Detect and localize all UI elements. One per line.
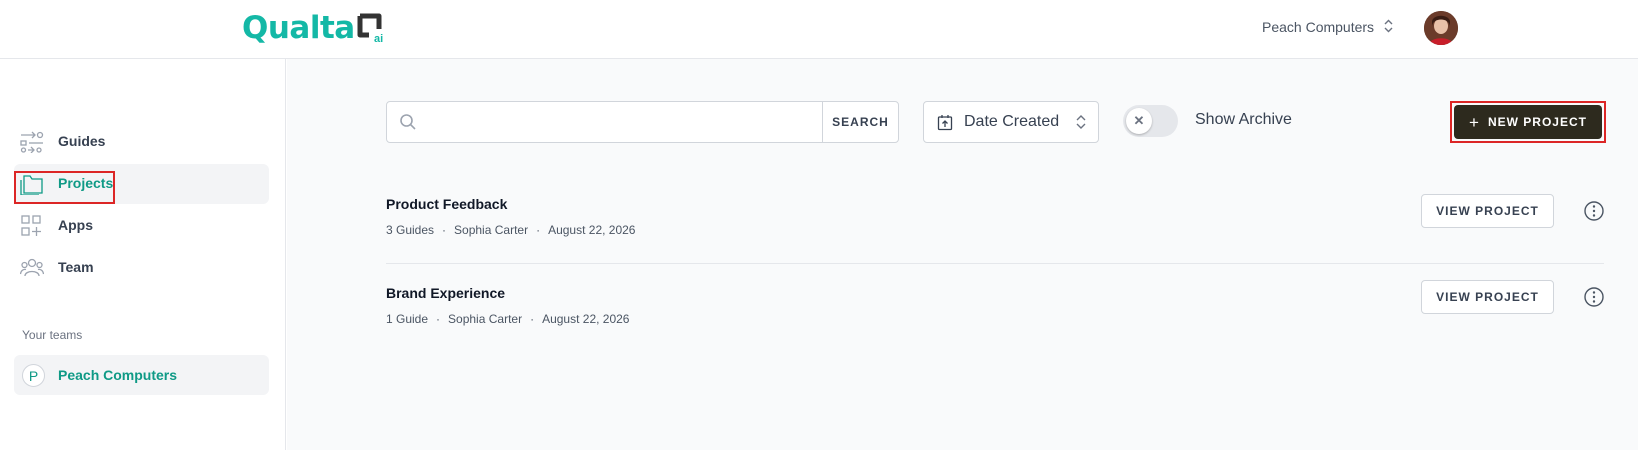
project-row: Brand Experience 1 Guide · Sophia Carter… xyxy=(386,265,1604,353)
project-title[interactable]: Product Feedback xyxy=(386,196,507,212)
plus-icon: + xyxy=(1469,112,1480,132)
project-meta: 1 Guide · Sophia Carter · August 22, 202… xyxy=(386,312,629,326)
new-project-highlight: + NEW PROJECT xyxy=(1450,101,1606,143)
separator-dot: · xyxy=(530,312,535,326)
separator-dot: · xyxy=(536,223,541,237)
more-options-icon[interactable] xyxy=(1583,200,1605,222)
project-title[interactable]: Brand Experience xyxy=(386,285,505,301)
top-header: Qualta ai Peach Computers xyxy=(0,0,1638,59)
org-switcher-label: Peach Computers xyxy=(1262,19,1375,35)
chevron-updown-icon xyxy=(1076,114,1086,130)
sidebar-item-guides[interactable]: Guides xyxy=(14,122,269,162)
sidebar-item-label: Guides xyxy=(58,133,106,149)
search-input[interactable] xyxy=(425,102,825,142)
separator-dot: · xyxy=(436,312,441,326)
show-archive-toggle[interactable]: ✕ xyxy=(1123,105,1178,137)
search-icon xyxy=(399,113,417,131)
project-owner: Sophia Carter xyxy=(454,223,529,237)
more-options-icon[interactable] xyxy=(1583,286,1605,308)
calendar-icon xyxy=(937,114,953,131)
show-archive-label: Show Archive xyxy=(1195,111,1292,128)
separator-dot: · xyxy=(442,223,447,237)
search-bar: SEARCH xyxy=(386,101,899,143)
project-row: Product Feedback 3 Guides · Sophia Carte… xyxy=(386,176,1604,264)
qualta-logo[interactable]: Qualta ai xyxy=(242,10,385,46)
sort-select-label: Date Created xyxy=(964,113,1060,130)
sidebar-item-label: Apps xyxy=(58,217,93,233)
view-project-button[interactable]: VIEW PROJECT xyxy=(1421,194,1554,228)
search-button[interactable]: SEARCH xyxy=(822,102,898,142)
sidebar-item-projects[interactable]: Projects xyxy=(14,164,269,204)
new-project-button[interactable]: + NEW PROJECT xyxy=(1454,105,1602,139)
close-icon: ✕ xyxy=(1126,108,1152,134)
project-date: August 22, 2026 xyxy=(542,312,630,326)
sort-select[interactable]: Date Created xyxy=(923,101,1099,143)
logo-text: Qualta xyxy=(242,10,355,46)
view-project-button[interactable]: VIEW PROJECT xyxy=(1421,280,1554,314)
project-meta: 3 Guides · Sophia Carter · August 22, 20… xyxy=(386,223,635,237)
sidebar: Guides Projects Apps Team Your teams P P… xyxy=(0,59,286,450)
team-item-peach-computers[interactable]: P Peach Computers xyxy=(14,355,269,395)
project-guides-count: 3 Guides xyxy=(386,223,435,237)
team-label: Peach Computers xyxy=(58,367,178,383)
sidebar-item-team[interactable]: Team xyxy=(14,248,269,288)
apps-icon xyxy=(20,215,44,237)
user-avatar[interactable] xyxy=(1424,11,1458,45)
sidebar-item-apps[interactable]: Apps xyxy=(14,206,269,246)
main-content: SEARCH Date Created ✕ Show Archive + NEW… xyxy=(287,59,1638,450)
org-switcher[interactable]: Peach Computers xyxy=(1262,16,1393,38)
sidebar-item-label: Projects xyxy=(58,175,114,191)
project-guides-count: 1 Guide xyxy=(386,312,429,326)
guides-icon xyxy=(20,131,44,154)
sidebar-item-label: Team xyxy=(58,259,94,275)
your-teams-heading: Your teams xyxy=(22,328,83,342)
logo-mark-icon: ai xyxy=(357,13,385,45)
project-date: August 22, 2026 xyxy=(548,223,636,237)
logo-sub-text: ai xyxy=(374,33,383,43)
chevron-updown-icon xyxy=(1384,19,1393,36)
team-badge: P xyxy=(22,364,45,387)
new-project-label: NEW PROJECT xyxy=(1487,115,1587,129)
project-owner: Sophia Carter xyxy=(448,312,523,326)
team-icon xyxy=(19,257,45,279)
folder-icon xyxy=(20,173,44,196)
